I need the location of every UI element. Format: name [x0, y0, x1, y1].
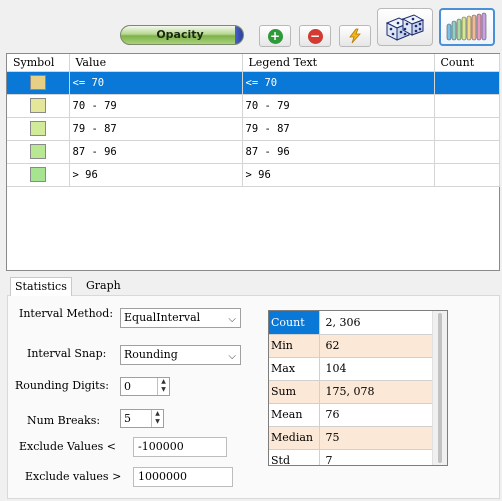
- interval-method-value: EqualInterval: [124, 311, 201, 324]
- opacity-label: Opacity: [156, 28, 204, 41]
- stat-key[interactable]: Mean: [269, 403, 320, 427]
- legend-text-cell[interactable]: <= 70: [242, 71, 435, 95]
- symbol-cell[interactable]: [7, 117, 70, 141]
- stat-value: 76: [319, 403, 433, 427]
- chevron-down-icon: ⌵: [228, 351, 236, 362]
- stat-value: 2, 306: [319, 311, 433, 335]
- grid-header-row: Symbol Value Legend Text Count: [7, 54, 500, 72]
- count-cell: [434, 140, 500, 164]
- stepper-up-icon[interactable]: ▲: [152, 410, 163, 418]
- apply-button[interactable]: [339, 25, 371, 47]
- exclude-values-lt-label: Exclude Values <: [19, 440, 117, 453]
- interval-method-label: Interval Method:: [19, 307, 114, 320]
- rounding-digits-label: Rounding Digits:: [15, 379, 109, 392]
- add-break-button[interactable]: +: [259, 25, 291, 47]
- stat-row[interactable]: Std 7: [269, 449, 433, 465]
- plus-circle-icon: +: [267, 28, 283, 44]
- stat-key[interactable]: Std: [269, 449, 320, 465]
- symbol-cell[interactable]: [7, 163, 70, 187]
- stat-row[interactable]: Count 2, 306: [269, 311, 433, 335]
- opacity-slider[interactable]: Opacity: [120, 25, 244, 45]
- symbol-cell[interactable]: [7, 71, 70, 95]
- interval-snap-dropdown[interactable]: Rounding ⌵: [120, 345, 241, 365]
- stat-row[interactable]: Max 104: [269, 357, 433, 381]
- count-cell: [434, 94, 500, 118]
- table-row[interactable]: 87 - 96 87 - 96: [7, 140, 500, 164]
- color-swatch[interactable]: [30, 167, 46, 182]
- stat-value: 175, 078: [319, 380, 433, 404]
- stepper-down-icon[interactable]: ▼: [158, 386, 169, 394]
- legend-text-cell[interactable]: > 96: [242, 163, 435, 187]
- lightning-icon: [349, 28, 361, 44]
- exclude-values-gt-label: Exclude values >: [25, 470, 122, 483]
- exclude-values-gt-input[interactable]: 1000000: [133, 467, 233, 487]
- value-cell[interactable]: <= 70: [69, 71, 243, 95]
- scrollbar-thumb[interactable]: [438, 313, 442, 463]
- stat-value: 62: [319, 334, 433, 358]
- count-cell: [434, 163, 500, 187]
- value-cell[interactable]: > 96: [69, 163, 243, 187]
- remove-break-button[interactable]: −: [299, 25, 331, 47]
- rounding-digits-stepper[interactable]: 0 ▲ ▼: [120, 377, 170, 396]
- stat-value: 7: [319, 449, 433, 465]
- statistics-scrollbar[interactable]: [432, 311, 447, 465]
- dice-icon: [385, 14, 425, 41]
- stat-key[interactable]: Min: [269, 334, 320, 358]
- legend-text-cell[interactable]: 70 - 79: [242, 94, 435, 118]
- random-colors-button[interactable]: [377, 8, 433, 46]
- color-ramp-icon: [446, 12, 487, 41]
- stat-row[interactable]: Median 75: [269, 426, 433, 450]
- color-ramp-button[interactable]: [439, 8, 495, 46]
- statistics-table[interactable]: Count 2, 306 Min 62 Max 104 Sum 175, 078…: [268, 310, 448, 466]
- value-cell[interactable]: 79 - 87: [69, 117, 243, 141]
- breaks-grid[interactable]: Symbol Value Legend Text Count <= 70 <= …: [6, 53, 500, 271]
- stat-key[interactable]: Sum: [269, 380, 320, 404]
- stat-key[interactable]: Count: [269, 311, 320, 335]
- count-cell: [434, 71, 500, 95]
- stat-row[interactable]: Mean 76: [269, 403, 433, 427]
- num-breaks-stepper[interactable]: 5 ▲ ▼: [120, 409, 164, 428]
- color-swatch[interactable]: [30, 121, 46, 136]
- color-swatch[interactable]: [30, 75, 46, 90]
- interval-method-dropdown[interactable]: EqualInterval ⌵: [120, 308, 241, 328]
- tab-graph[interactable]: Graph: [82, 277, 125, 296]
- num-breaks-label: Num Breaks:: [27, 414, 101, 427]
- chevron-down-icon: ⌵: [228, 314, 236, 325]
- table-row[interactable]: 79 - 87 79 - 87: [7, 117, 500, 141]
- exclude-values-lt-input[interactable]: -100000: [133, 437, 227, 457]
- symbol-cell[interactable]: [7, 140, 70, 164]
- minus-circle-icon: −: [307, 28, 323, 44]
- table-row[interactable]: 70 - 79 70 - 79: [7, 94, 500, 118]
- num-breaks-value: 5: [124, 412, 131, 425]
- color-swatch[interactable]: [30, 98, 46, 113]
- color-swatch[interactable]: [30, 144, 46, 159]
- column-header-value[interactable]: Value: [69, 54, 243, 72]
- stat-key[interactable]: Median: [269, 426, 320, 450]
- legend-text-cell[interactable]: 79 - 87: [242, 117, 435, 141]
- column-header-legend-text[interactable]: Legend Text: [242, 54, 435, 72]
- stat-key[interactable]: Max: [269, 357, 320, 381]
- column-header-count[interactable]: Count: [434, 54, 500, 72]
- value-cell[interactable]: 87 - 96: [69, 140, 243, 164]
- legend-text-cell[interactable]: 87 - 96: [242, 140, 435, 164]
- rounding-digits-value: 0: [124, 380, 131, 393]
- table-row[interactable]: > 96 > 96: [7, 163, 500, 187]
- stepper-down-icon[interactable]: ▼: [152, 418, 163, 426]
- tab-statistics[interactable]: Statistics: [10, 277, 72, 296]
- stat-row[interactable]: Min 62: [269, 334, 433, 358]
- stepper-up-icon[interactable]: ▲: [158, 378, 169, 386]
- column-header-symbol[interactable]: Symbol: [7, 54, 70, 72]
- value-cell[interactable]: 70 - 79: [69, 94, 243, 118]
- table-row[interactable]: <= 70 <= 70: [7, 71, 500, 95]
- opacity-slider-thumb[interactable]: [235, 26, 243, 44]
- interval-snap-value: Rounding: [124, 348, 178, 361]
- count-cell: [434, 117, 500, 141]
- interval-snap-label: Interval Snap:: [27, 347, 107, 360]
- stat-value: 104: [319, 357, 433, 381]
- stat-value: 75: [319, 426, 433, 450]
- symbol-cell[interactable]: [7, 94, 70, 118]
- stat-row[interactable]: Sum 175, 078: [269, 380, 433, 404]
